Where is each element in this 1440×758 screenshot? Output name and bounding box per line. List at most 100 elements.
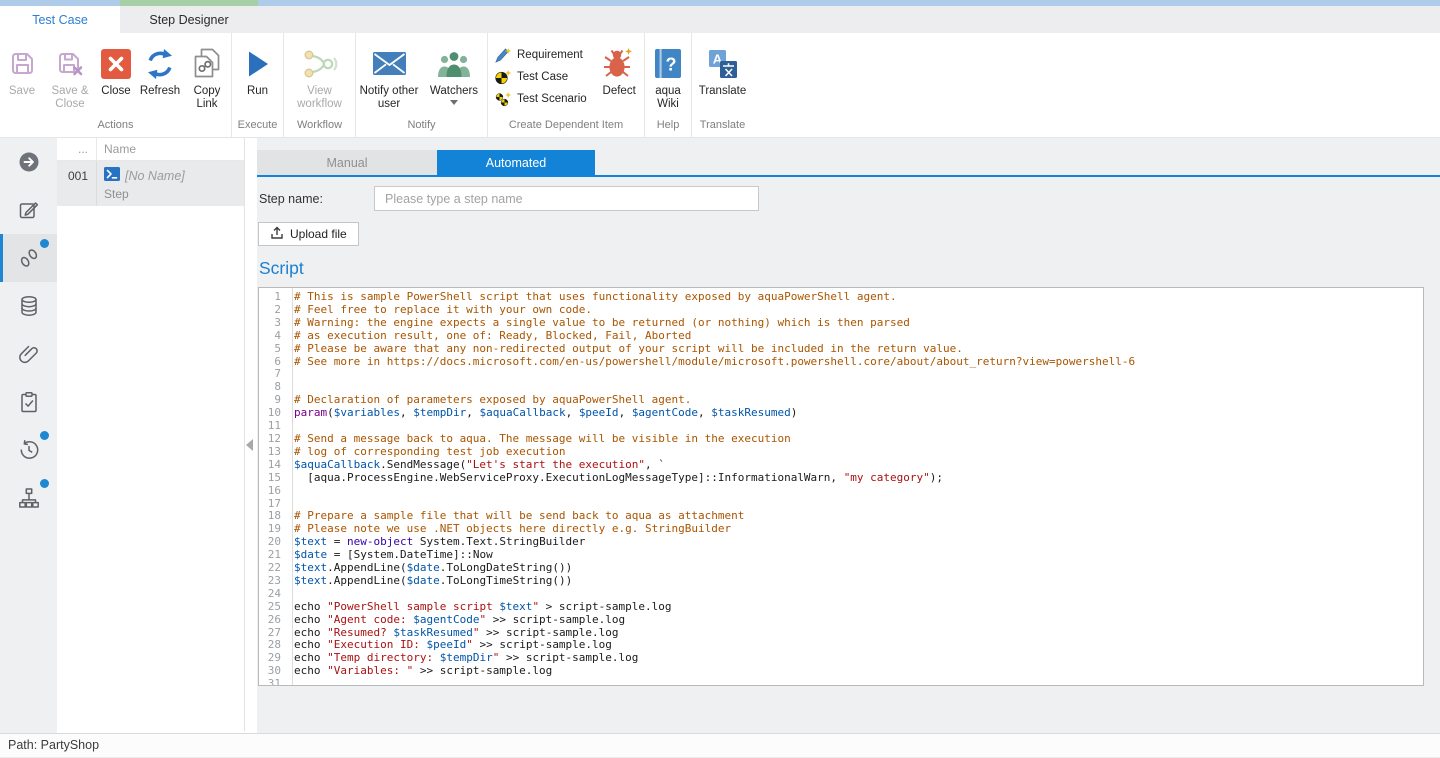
line-number: 3: [259, 317, 288, 330]
tab-test-case[interactable]: Test Case: [0, 6, 120, 33]
step-row[interactable]: 001 [No Name] Step: [57, 161, 244, 206]
watchers-button[interactable]: Watchers: [422, 35, 486, 121]
code-line[interactable]: 6# See more in https://docs.microsoft.co…: [259, 356, 1423, 369]
path-text: Path: PartyShop: [8, 738, 99, 752]
save-icon: [9, 45, 36, 82]
notify-other-user-button[interactable]: Notify other user: [356, 35, 422, 121]
code-line[interactable]: 30echo "Variables: " >> script-sample.lo…: [259, 665, 1423, 678]
line-number: 26: [259, 614, 288, 627]
close-label: Close: [101, 85, 130, 98]
translate-button[interactable]: A Translate: [692, 35, 753, 121]
tab-automated[interactable]: Automated: [437, 150, 595, 175]
group-label-translate: Translate: [692, 119, 753, 131]
window-tabbar: Test Case Step Designer: [0, 6, 1440, 33]
line-number: 13: [259, 446, 288, 459]
view-workflow-label: View workflow: [284, 85, 355, 111]
sidebar-item-history[interactable]: [0, 426, 57, 474]
powershell-icon: [104, 167, 120, 184]
code-line[interactable]: 16: [259, 485, 1423, 498]
run-label: Run: [247, 85, 268, 98]
script-heading: Script: [259, 258, 304, 279]
chevron-down-icon[interactable]: [450, 100, 458, 105]
upload-file-button[interactable]: Upload file: [258, 222, 359, 246]
sidebar-item-data[interactable]: [0, 282, 57, 330]
workflow-icon: [301, 45, 338, 82]
active-tab-underline: [257, 175, 1440, 177]
sidebar-item-hierarchy[interactable]: [0, 474, 57, 522]
save-and-close-icon: [57, 45, 84, 82]
run-icon: [245, 45, 271, 82]
copy-link-button[interactable]: Copy Link: [184, 35, 230, 121]
sidebar-item-open[interactable]: [0, 138, 57, 186]
code-line[interactable]: 15 [aqua.ProcessEngine.WebServiceProxy.E…: [259, 472, 1423, 485]
line-number: 16: [259, 485, 288, 498]
sidebar-item-attachments[interactable]: [0, 330, 57, 378]
code-line[interactable]: 31: [259, 678, 1423, 686]
steps-icon: [17, 246, 41, 270]
sidebar-item-edit[interactable]: [0, 186, 57, 234]
step-row-number: 001: [57, 161, 97, 206]
ribbon-group-create-dependent-item: Requirement Test Case Test Scenario: [488, 33, 645, 137]
tab-manual[interactable]: Manual: [257, 150, 437, 175]
column-header-name[interactable]: Name: [97, 138, 244, 160]
line-number: 4: [259, 330, 288, 343]
group-label-create-dependent-item: Create Dependent Item: [488, 119, 644, 131]
refresh-icon: [144, 45, 176, 82]
column-header-more[interactable]: ...: [57, 138, 97, 160]
edit-icon: [17, 198, 41, 222]
upload-icon: [270, 226, 284, 242]
script-editor[interactable]: 1# This is sample PowerShell script that…: [258, 287, 1424, 686]
translate-icon: A: [708, 45, 738, 82]
line-number: 15: [259, 472, 288, 485]
tab-step-designer[interactable]: Step Designer: [120, 6, 258, 33]
refresh-button[interactable]: Refresh: [136, 35, 184, 121]
ribbon-group-execute: Run Execute: [232, 33, 284, 137]
group-label-execute: Execute: [232, 119, 283, 131]
close-button[interactable]: Close: [96, 35, 136, 121]
save-button: Save: [0, 35, 44, 121]
refresh-label: Refresh: [140, 85, 180, 98]
line-number: 24: [259, 588, 288, 601]
line-number: 23: [259, 575, 288, 588]
ribbon-group-help: ? aqua Wiki Help: [645, 33, 692, 137]
aqua-wiki-button[interactable]: ? aqua Wiki: [645, 35, 691, 121]
line-number: 1: [259, 291, 288, 304]
group-label-help: Help: [645, 119, 691, 131]
code-line[interactable]: 10param($variables, $tempDir, $aquaCallb…: [259, 407, 1423, 420]
notification-badge: [40, 239, 49, 248]
create-requirement-button[interactable]: Requirement: [488, 44, 594, 66]
clipboard-check-icon: [17, 390, 41, 414]
group-label-workflow: Workflow: [284, 119, 355, 131]
watchers-label: Watchers: [430, 85, 478, 98]
steps-list-header: ... Name: [57, 138, 244, 161]
sidebar: [0, 138, 57, 733]
create-test-case-button[interactable]: Test Case: [488, 66, 594, 88]
panel-collapse-handle[interactable]: [246, 439, 253, 451]
sidebar-item-steps[interactable]: [0, 234, 57, 282]
ribbon-group-workflow: View workflow Workflow: [284, 33, 356, 137]
step-name-input[interactable]: [374, 186, 759, 211]
line-number: 31: [259, 678, 288, 686]
create-test-scenario-label: Test Scenario: [517, 93, 587, 105]
save-and-close-button: Save & Close: [44, 35, 96, 121]
code-line[interactable]: 23$text.AppendLine($date.ToLongTimeStrin…: [259, 575, 1423, 588]
create-defect-label: Defect: [603, 85, 636, 98]
line-number: 25: [259, 601, 288, 614]
run-button[interactable]: Run: [232, 35, 283, 121]
code-line[interactable]: 7: [259, 368, 1423, 381]
ribbon-group-translate: A Translate Translate: [692, 33, 753, 137]
copy-link-label: Copy Link: [184, 85, 230, 111]
group-label-notify: Notify: [356, 119, 487, 131]
save-label: Save: [9, 85, 35, 98]
steps-list-panel: ... Name 001 [No Name] Step: [57, 138, 245, 731]
sidebar-item-tasks[interactable]: [0, 378, 57, 426]
ribbon-group-actions: Save Save & Close Close Refresh: [0, 33, 232, 137]
line-number: 22: [259, 562, 288, 575]
save-and-close-label: Save & Close: [44, 85, 96, 111]
create-test-scenario-button[interactable]: Test Scenario: [488, 88, 594, 110]
watchers-icon: [436, 45, 472, 82]
create-defect-button[interactable]: Defect: [594, 35, 644, 121]
create-requirement-label: Requirement: [517, 49, 583, 61]
paperclip-icon: [17, 342, 41, 366]
close-icon: [101, 45, 131, 82]
